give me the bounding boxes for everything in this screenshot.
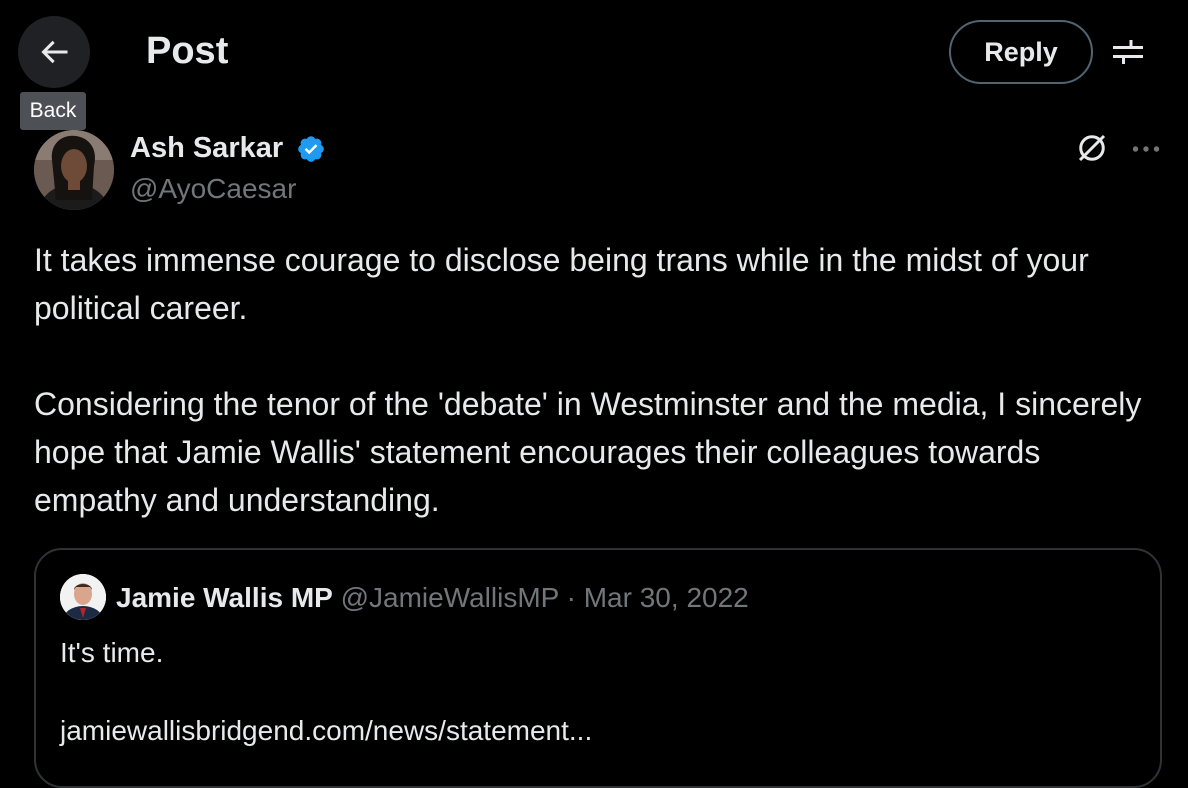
- author-handle[interactable]: @AyoCaesar: [130, 170, 296, 208]
- arrow-left-icon: [41, 40, 68, 64]
- back-button[interactable]: [18, 16, 90, 88]
- page-title: Post: [146, 30, 229, 72]
- author-avatar[interactable]: [34, 130, 114, 210]
- quoted-post-link[interactable]: jamiewallisbridgend.com/news/statement..…: [60, 712, 592, 750]
- quoted-post-text: It's time.: [60, 637, 164, 668]
- reply-button[interactable]: Reply: [949, 20, 1093, 84]
- more-horizontal-icon[interactable]: [1128, 134, 1164, 164]
- top-bar: Back Post Reply: [0, 0, 1188, 130]
- quoted-post-header: Jamie Wallis MP @JamieWallisMP · Mar 30,…: [116, 580, 749, 616]
- quoted-author-name: Jamie Wallis MP: [116, 582, 333, 613]
- verified-badge-icon: [298, 136, 324, 162]
- post-paragraph: It takes immense courage to disclose bei…: [34, 242, 1089, 326]
- meta-separator: ·: [566, 582, 576, 613]
- quoted-post-date: Mar 30, 2022: [583, 582, 749, 613]
- sliders-icon: [1113, 40, 1143, 64]
- back-tooltip: Back: [20, 92, 86, 130]
- grok-icon[interactable]: [1074, 130, 1110, 166]
- quoted-author-avatar: [60, 574, 106, 620]
- quoted-author-handle: @JamieWallisMP: [340, 582, 559, 613]
- author-name[interactable]: Ash Sarkar: [130, 128, 283, 168]
- filter-button[interactable]: [1106, 30, 1150, 74]
- post-paragraph: Considering the tenor of the 'debate' in…: [34, 386, 1142, 518]
- post-text: It takes immense courage to disclose bei…: [34, 236, 1164, 524]
- quoted-post[interactable]: Jamie Wallis MP @JamieWallisMP · Mar 30,…: [34, 548, 1162, 788]
